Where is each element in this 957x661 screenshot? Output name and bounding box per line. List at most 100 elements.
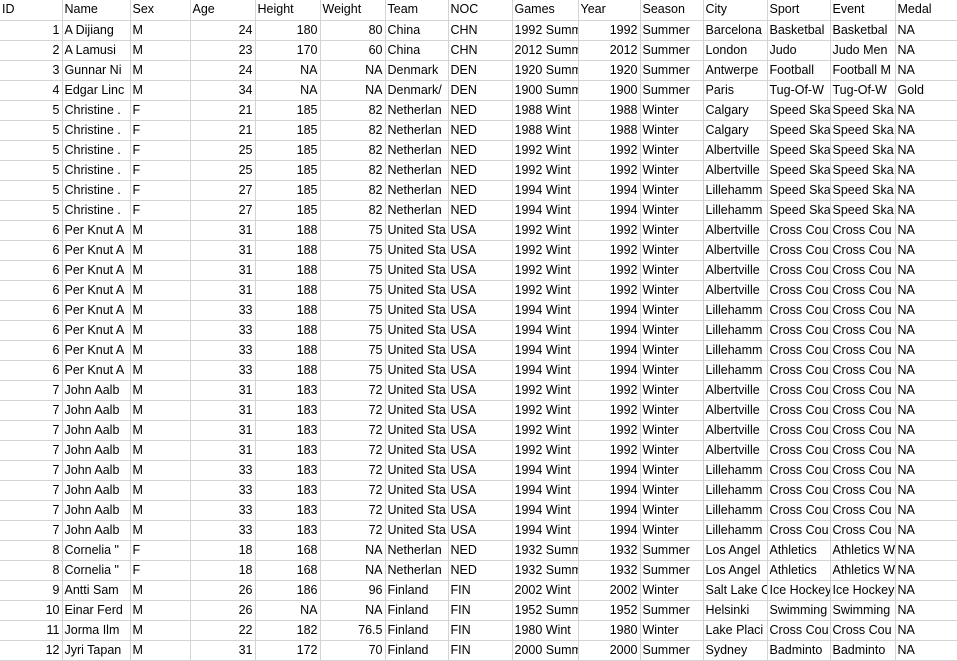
cell-id[interactable]: 7 <box>0 400 63 421</box>
cell-city[interactable]: Calgary <box>703 120 768 141</box>
cell-season[interactable]: Winter <box>640 340 704 361</box>
cell-city[interactable]: Albertville <box>703 280 768 301</box>
cell-season[interactable]: Winter <box>640 300 704 321</box>
cell-team[interactable]: Finland <box>385 580 449 601</box>
cell-medal[interactable]: NA <box>895 220 957 241</box>
cell-sport[interactable]: Cross Cou <box>767 380 831 401</box>
cell-height[interactable]: 188 <box>255 360 321 381</box>
cell-year[interactable]: 1988 <box>578 100 641 121</box>
cell-event[interactable]: Cross Cou <box>830 500 896 521</box>
cell-year[interactable]: 1994 <box>578 460 641 481</box>
cell-event[interactable]: Swimming <box>830 600 896 621</box>
cell-sex[interactable]: M <box>130 440 191 461</box>
cell-medal[interactable]: NA <box>895 460 957 481</box>
cell-sex[interactable]: M <box>130 360 191 381</box>
cell-id[interactable]: 5 <box>0 140 63 161</box>
cell-name[interactable]: Cornelia " <box>62 560 131 581</box>
cell-games[interactable]: 1994 Wint <box>512 460 579 481</box>
table-row[interactable]: 6 Per Knut A M 31 188 75 United Sta USA 1992 Win… <box>0 260 957 281</box>
cell-season[interactable]: Winter <box>640 360 704 381</box>
cell-sex[interactable]: M <box>130 260 191 281</box>
cell-team[interactable]: United Sta <box>385 360 449 381</box>
cell-year[interactable]: 1994 <box>578 520 641 541</box>
cell-season[interactable]: Summer <box>640 80 704 101</box>
cell-team[interactable]: Netherlan <box>385 540 449 561</box>
cell-height[interactable]: NA <box>255 80 321 101</box>
cell-sport[interactable]: Cross Cou <box>767 400 831 421</box>
cell-sport[interactable]: Cross Cou <box>767 520 831 541</box>
cell-noc[interactable]: FIN <box>448 640 513 661</box>
cell-noc[interactable]: USA <box>448 480 513 501</box>
cell-sex[interactable]: M <box>130 80 191 101</box>
cell-age[interactable]: 33 <box>190 520 256 541</box>
cell-season[interactable]: Winter <box>640 500 704 521</box>
cell-name[interactable]: John Aalb <box>62 520 131 541</box>
cell-height[interactable]: 188 <box>255 240 321 261</box>
cell-games[interactable]: 1994 Wint <box>512 500 579 521</box>
cell-noc[interactable]: USA <box>448 280 513 301</box>
cell-team[interactable]: Netherlan <box>385 200 449 221</box>
cell-sport[interactable]: Cross Cou <box>767 320 831 341</box>
cell-games[interactable]: 2000 Summ <box>512 640 579 661</box>
cell-medal[interactable]: NA <box>895 60 957 81</box>
cell-event[interactable]: Cross Cou <box>830 240 896 261</box>
cell-age[interactable]: 31 <box>190 640 256 661</box>
cell-age[interactable]: 33 <box>190 460 256 481</box>
cell-year[interactable]: 2000 <box>578 640 641 661</box>
cell-city[interactable]: Los Angel <box>703 540 768 561</box>
cell-year[interactable]: 1994 <box>578 500 641 521</box>
cell-team[interactable]: United Sta <box>385 400 449 421</box>
cell-weight[interactable]: 72 <box>320 440 386 461</box>
cell-city[interactable]: Albertville <box>703 220 768 241</box>
table-row[interactable]: 7 John Aalb M 33 183 72 United Sta USA 1994 Wint… <box>0 460 957 481</box>
cell-age[interactable]: 31 <box>190 240 256 261</box>
cell-year[interactable]: 1992 <box>578 420 641 441</box>
cell-sex[interactable]: F <box>130 100 191 121</box>
cell-age[interactable]: 24 <box>190 20 256 41</box>
cell-weight[interactable]: 60 <box>320 40 386 61</box>
cell-id[interactable]: 5 <box>0 120 63 141</box>
cell-medal[interactable]: NA <box>895 100 957 121</box>
cell-season[interactable]: Summer <box>640 540 704 561</box>
cell-games[interactable]: 1992 Wint <box>512 240 579 261</box>
cell-id[interactable]: 12 <box>0 640 63 661</box>
cell-games[interactable]: 1994 Wint <box>512 300 579 321</box>
cell-year[interactable]: 1992 <box>578 140 641 161</box>
cell-height[interactable]: 185 <box>255 160 321 181</box>
cell-city[interactable]: Antwerpe <box>703 60 768 81</box>
cell-noc[interactable]: NED <box>448 140 513 161</box>
cell-season[interactable]: Winter <box>640 180 704 201</box>
cell-medal[interactable]: NA <box>895 40 957 61</box>
cell-sport[interactable]: Tug-Of-W <box>767 80 831 101</box>
cell-age[interactable]: 33 <box>190 340 256 361</box>
cell-season[interactable]: Winter <box>640 440 704 461</box>
cell-sex[interactable]: M <box>130 280 191 301</box>
cell-id[interactable]: 3 <box>0 60 63 81</box>
column-header-medal[interactable]: Medal <box>895 0 957 21</box>
column-header-city[interactable]: City <box>703 0 768 21</box>
table-row[interactable]: 7 John Aalb M 33 183 72 United Sta USA 1994 Wint… <box>0 520 957 541</box>
cell-name[interactable]: A Dijiang <box>62 20 131 41</box>
cell-city[interactable]: Lillehamm <box>703 200 768 221</box>
cell-city[interactable]: Sydney <box>703 640 768 661</box>
table-row[interactable]: 4 Edgar Linc M 34 NA NA Denmark/DEN 1900 Summ 19… <box>0 80 957 101</box>
cell-id[interactable]: 8 <box>0 560 63 581</box>
cell-id[interactable]: 7 <box>0 520 63 541</box>
table-row[interactable]: 5 Christine . F 25 185 82 Netherlan NED 1992 Win… <box>0 140 957 161</box>
cell-games[interactable]: 1988 Wint <box>512 120 579 141</box>
cell-medal[interactable]: NA <box>895 640 957 661</box>
cell-medal[interactable]: NA <box>895 360 957 381</box>
cell-age[interactable]: 31 <box>190 280 256 301</box>
cell-id[interactable]: 7 <box>0 460 63 481</box>
cell-medal[interactable]: NA <box>895 400 957 421</box>
cell-team[interactable]: United Sta <box>385 420 449 441</box>
cell-sport[interactable]: Cross Cou <box>767 260 831 281</box>
cell-id[interactable]: 8 <box>0 540 63 561</box>
cell-noc[interactable]: NED <box>448 120 513 141</box>
table-row[interactable]: 8 Cornelia " F 18 168 NA Netherlan NED 1932 Summ… <box>0 560 957 581</box>
cell-sex[interactable]: M <box>130 220 191 241</box>
cell-sex[interactable]: M <box>130 320 191 341</box>
cell-sex[interactable]: F <box>130 200 191 221</box>
table-row[interactable]: 7 John Aalb M 33 183 72 United Sta USA 1994 Wint… <box>0 480 957 501</box>
cell-noc[interactable]: FIN <box>448 580 513 601</box>
